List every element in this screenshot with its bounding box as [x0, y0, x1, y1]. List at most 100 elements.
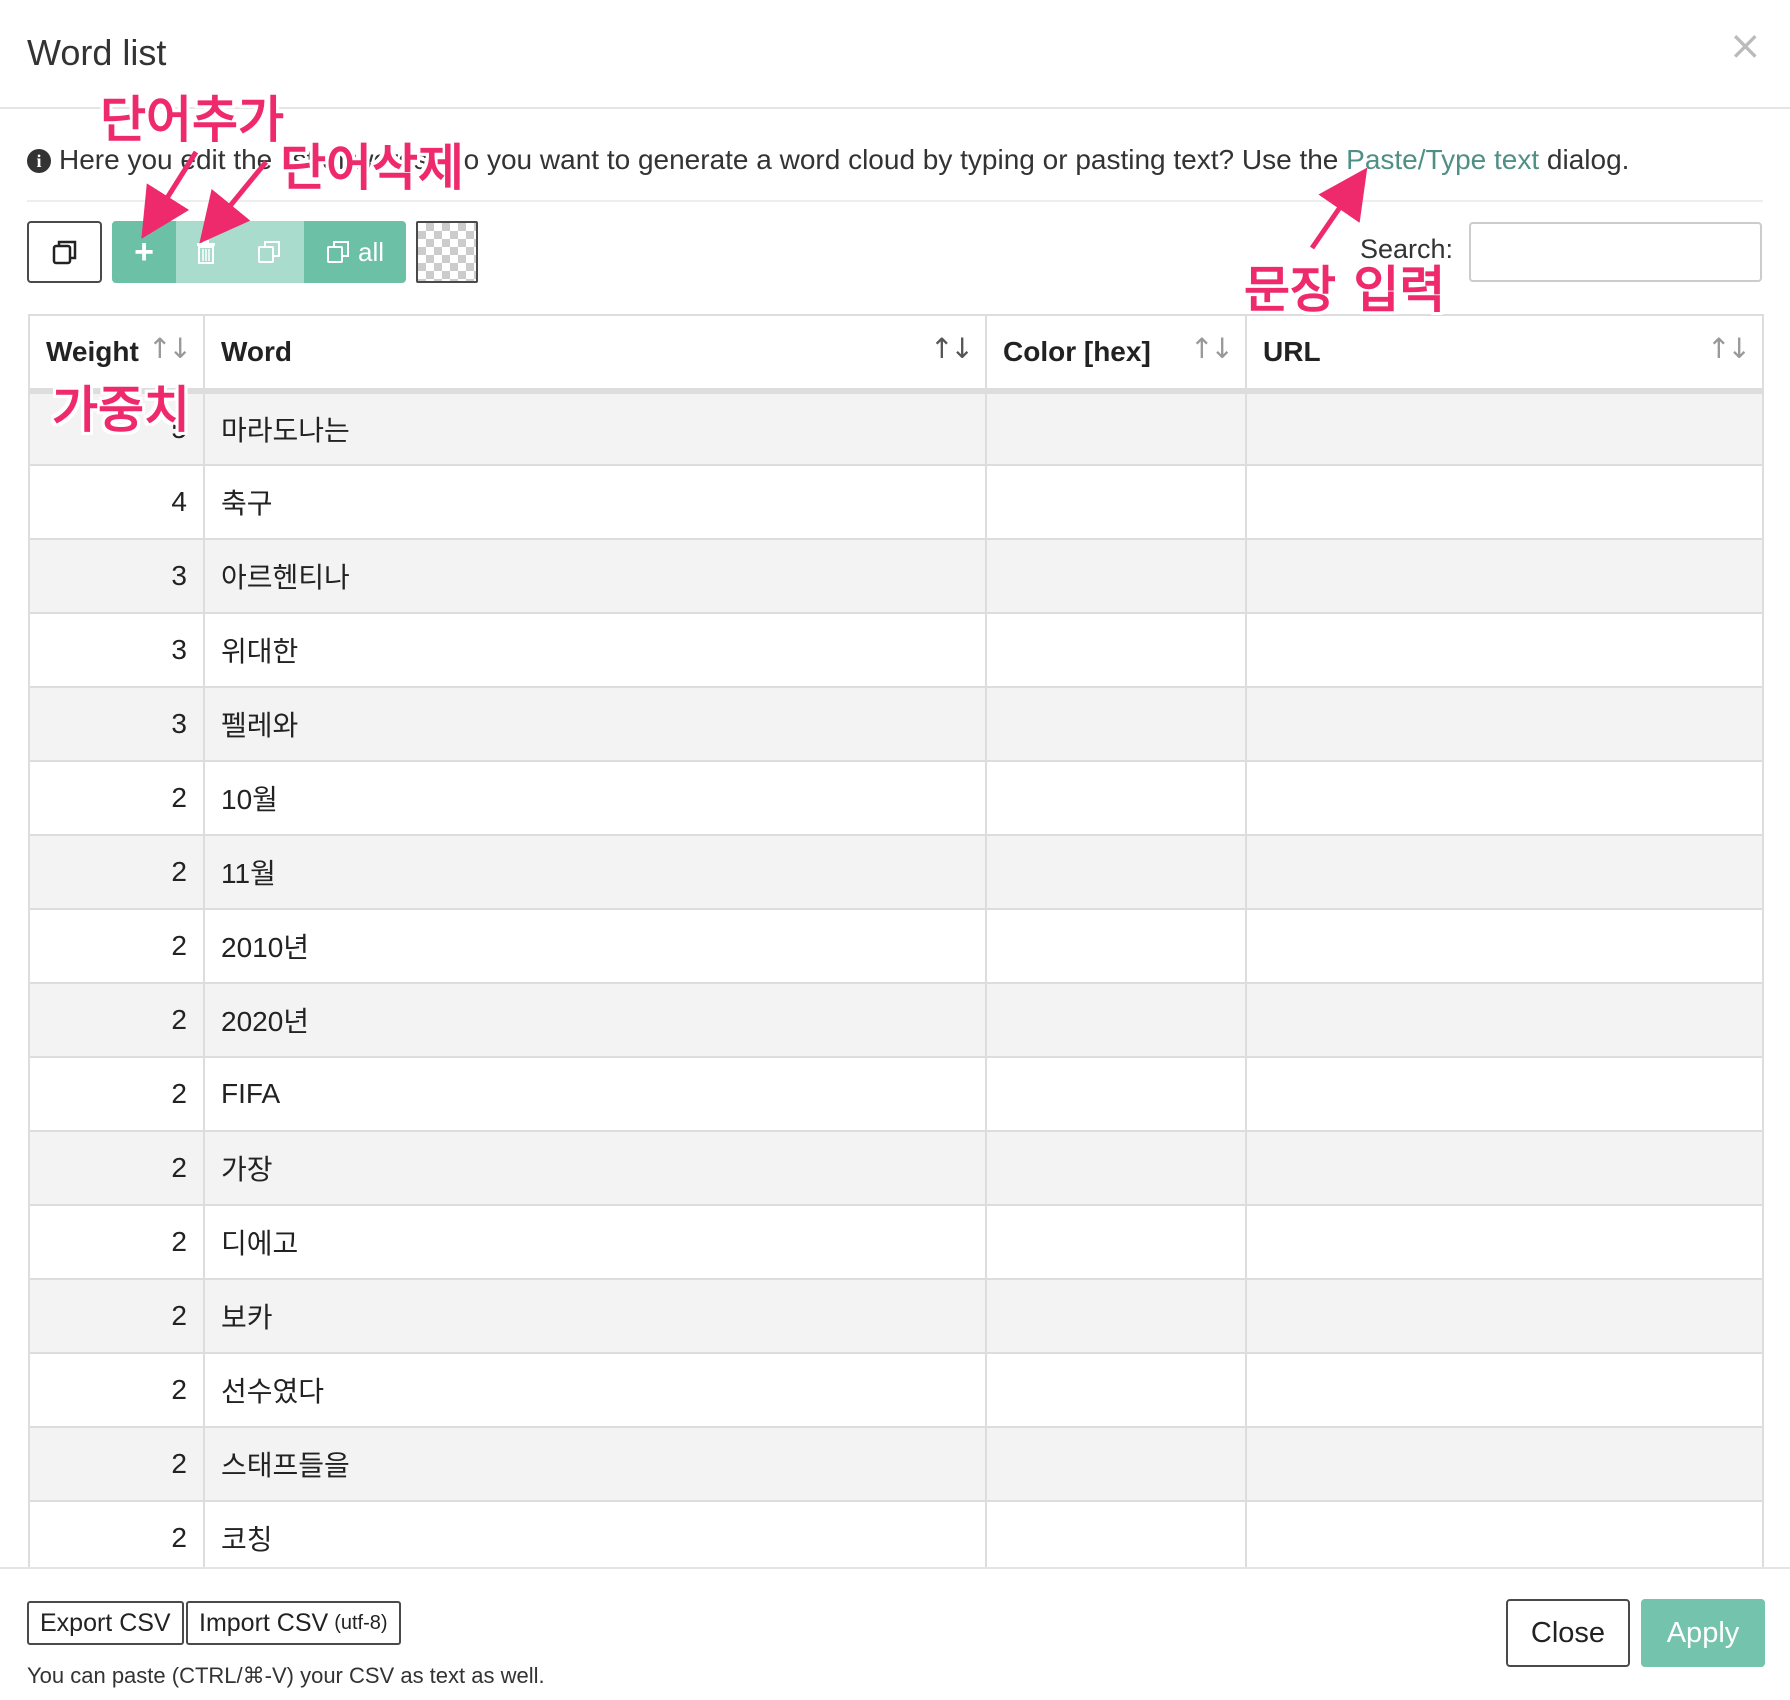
color-cell[interactable]	[986, 1501, 1247, 1567]
table-row[interactable]: 2 FIFA	[30, 1057, 1762, 1132]
trash-icon	[197, 240, 215, 264]
url-cell[interactable]	[1246, 539, 1762, 614]
column-header-color[interactable]: Color [hex] ↑↓	[986, 316, 1247, 394]
table-row[interactable]: 2 스태프들을	[30, 1427, 1762, 1502]
word-cell[interactable]: 11월	[204, 835, 987, 910]
url-cell[interactable]	[1246, 1427, 1762, 1502]
color-cell[interactable]	[986, 835, 1247, 910]
weight-cell[interactable]: 2	[30, 1205, 205, 1280]
copy-all-button[interactable]: all	[304, 221, 406, 283]
weight-cell[interactable]: 2	[30, 1501, 205, 1567]
search-input[interactable]	[1469, 222, 1762, 282]
table-row[interactable]: 2 10월	[30, 761, 1762, 836]
transparent-color-button[interactable]	[416, 221, 478, 283]
word-cell[interactable]: 스태프들을	[204, 1427, 987, 1502]
table-row[interactable]: 3 위대한	[30, 613, 1762, 688]
word-cell[interactable]: FIFA	[204, 1057, 987, 1132]
color-cell[interactable]	[986, 391, 1247, 466]
url-cell[interactable]	[1246, 1501, 1762, 1567]
url-cell[interactable]	[1246, 909, 1762, 984]
url-cell[interactable]	[1246, 687, 1762, 762]
column-header-word[interactable]: Word ↑↓	[204, 316, 987, 394]
url-cell[interactable]	[1246, 391, 1762, 466]
word-cell[interactable]: 2020년	[204, 983, 987, 1058]
url-cell[interactable]	[1246, 761, 1762, 836]
import-csv-button[interactable]: Import CSV (utf-8)	[186, 1601, 401, 1645]
weight-cell[interactable]: 2	[30, 1057, 205, 1132]
weight-cell[interactable]: 2	[30, 1131, 205, 1206]
color-cell[interactable]	[986, 1131, 1247, 1206]
color-cell[interactable]	[986, 465, 1247, 540]
table-row[interactable]: 5 마라도나는	[30, 391, 1762, 466]
weight-cell[interactable]: 2	[30, 909, 205, 984]
word-cell[interactable]: 선수였다	[204, 1353, 987, 1428]
url-cell[interactable]	[1246, 983, 1762, 1058]
weight-cell[interactable]: 3	[30, 539, 205, 614]
weight-cell[interactable]: 2	[30, 835, 205, 910]
color-cell[interactable]	[986, 539, 1247, 614]
word-cell[interactable]: 위대한	[204, 613, 987, 688]
table-row[interactable]: 2 2010년	[30, 909, 1762, 984]
color-cell[interactable]	[986, 909, 1247, 984]
copy-page-button[interactable]	[27, 221, 102, 283]
color-cell[interactable]	[986, 1205, 1247, 1280]
word-cell[interactable]: 펠레와	[204, 687, 987, 762]
weight-cell[interactable]: 2	[30, 1279, 205, 1354]
table-row[interactable]: 2 2020년	[30, 983, 1762, 1058]
color-cell[interactable]	[986, 983, 1247, 1058]
table-row[interactable]: 3 아르헨티나	[30, 539, 1762, 614]
apply-button[interactable]: Apply	[1641, 1599, 1765, 1667]
weight-cell[interactable]: 4	[30, 465, 205, 540]
table-row[interactable]: 2 코칭	[30, 1501, 1762, 1567]
delete-word-button[interactable]	[176, 221, 236, 283]
word-cell[interactable]: 아르헨티나	[204, 539, 987, 614]
word-cell[interactable]: 축구	[204, 465, 987, 540]
color-cell[interactable]	[986, 1057, 1247, 1132]
add-word-button[interactable]: +	[112, 221, 176, 283]
color-cell[interactable]	[986, 1427, 1247, 1502]
weight-cell[interactable]: 2	[30, 983, 205, 1058]
copy-selected-button[interactable]	[236, 221, 304, 283]
weight-cell[interactable]: 2	[30, 761, 205, 836]
column-header-color-label: Color [hex]	[1003, 336, 1151, 367]
color-cell[interactable]	[986, 613, 1247, 688]
annotation-paste-text: 문장 입력	[1244, 261, 1446, 319]
url-cell[interactable]	[1246, 1353, 1762, 1428]
export-csv-button[interactable]: Export CSV	[27, 1601, 184, 1645]
weight-cell[interactable]: 3	[30, 613, 205, 688]
paste-type-text-link[interactable]: Paste/Type text	[1346, 144, 1539, 175]
table-row[interactable]: 2 디에고	[30, 1205, 1762, 1280]
url-cell[interactable]	[1246, 835, 1762, 910]
word-cell[interactable]: 10월	[204, 761, 987, 836]
word-cell[interactable]: 코칭	[204, 1501, 987, 1567]
export-csv-label: Export CSV	[40, 1608, 171, 1637]
url-cell[interactable]	[1246, 613, 1762, 688]
url-cell[interactable]	[1246, 1131, 1762, 1206]
table-row[interactable]: 2 보카	[30, 1279, 1762, 1354]
word-cell[interactable]: 2010년	[204, 909, 987, 984]
color-cell[interactable]	[986, 687, 1247, 762]
url-cell[interactable]	[1246, 465, 1762, 540]
color-cell[interactable]	[986, 1279, 1247, 1354]
table-row[interactable]: 4 축구	[30, 465, 1762, 540]
table-row[interactable]: 3 펠레와	[30, 687, 1762, 762]
word-cell[interactable]: 디에고	[204, 1205, 987, 1280]
close-button[interactable]: Close	[1506, 1599, 1630, 1667]
weight-cell[interactable]: 2	[30, 1427, 205, 1502]
column-header-url[interactable]: URL ↑↓	[1246, 316, 1762, 394]
word-cell[interactable]: 마라도나는	[204, 391, 987, 466]
close-icon[interactable]: ×	[1728, 26, 1762, 66]
url-cell[interactable]	[1246, 1205, 1762, 1280]
weight-cell[interactable]: 2	[30, 1353, 205, 1428]
weight-cell[interactable]: 3	[30, 687, 205, 762]
word-cell[interactable]: 가장	[204, 1131, 987, 1206]
word-table-container[interactable]: Weight ↑↓ Word ↑↓ Color [hex] ↑↓ URL ↑↓ 5 마라도…	[28, 314, 1764, 1567]
color-cell[interactable]	[986, 761, 1247, 836]
table-row[interactable]: 2 가장	[30, 1131, 1762, 1206]
url-cell[interactable]	[1246, 1057, 1762, 1132]
word-cell[interactable]: 보카	[204, 1279, 987, 1354]
table-row[interactable]: 2 11월	[30, 835, 1762, 910]
url-cell[interactable]	[1246, 1279, 1762, 1354]
color-cell[interactable]	[986, 1353, 1247, 1428]
table-row[interactable]: 2 선수였다	[30, 1353, 1762, 1428]
